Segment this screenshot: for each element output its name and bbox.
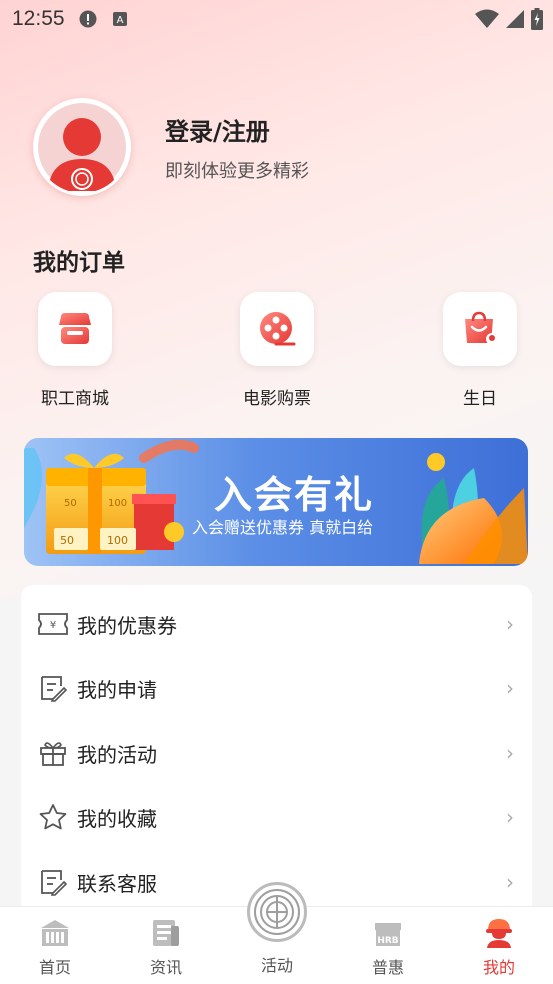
user-avatar-icon xyxy=(36,101,128,193)
svg-text:HRB: HRB xyxy=(377,936,398,946)
news-icon xyxy=(150,917,182,949)
chevron-right-icon: › xyxy=(506,612,514,636)
worker-helmet-icon xyxy=(483,917,515,949)
gift-icon xyxy=(37,737,69,769)
chevron-right-icon: › xyxy=(506,741,514,765)
order-item-movie[interactable]: 电影购票 xyxy=(227,292,327,409)
tab-benefits[interactable]: HRB 普惠 xyxy=(333,907,443,984)
wifi-icon xyxy=(475,9,499,34)
orders-grid: 职工商城 电影购票 生日 xyxy=(0,292,553,412)
orders-section-title: 我的订单 xyxy=(33,250,125,276)
shop-icon xyxy=(38,292,112,366)
tab-label-news: 资讯 xyxy=(149,958,182,977)
login-register-link[interactable]: 登录/注册 xyxy=(165,112,309,147)
status-bar: 12:55 A xyxy=(0,0,553,38)
menu-label-customer-service: 联系客服 xyxy=(77,871,157,896)
home-icon xyxy=(39,917,71,949)
menu-label-favorites: 我的收藏 xyxy=(77,806,157,831)
film-reel-icon xyxy=(240,292,314,366)
menu-item-applications[interactable]: 我的申请 › xyxy=(21,656,532,720)
tab-home[interactable]: 首页 xyxy=(0,907,110,984)
menu-item-favorites[interactable]: 我的收藏 › xyxy=(21,785,532,849)
tab-label-home: 首页 xyxy=(38,958,71,977)
chevron-right-icon: › xyxy=(506,676,514,700)
hrb-icon: HRB xyxy=(372,917,404,949)
tab-news[interactable]: 资讯 xyxy=(111,907,221,984)
tab-label-benefits: 普惠 xyxy=(371,958,404,977)
keyboard-indicator-icon: A xyxy=(111,10,129,28)
birthday-bag-icon xyxy=(443,292,517,366)
alert-icon xyxy=(79,10,97,28)
star-icon xyxy=(37,801,69,833)
menu-label-activities: 我的活动 xyxy=(77,742,157,767)
coupon-icon: ¥ xyxy=(37,608,69,640)
coupon-value-1: 50 xyxy=(60,534,74,547)
menu-list: ¥ 我的优惠券 › 我的申请 › 我的活动 › 我的收藏 › 联系客服 › xyxy=(21,585,532,915)
coupon-value-3: 50 xyxy=(64,498,77,509)
battery-icon xyxy=(531,8,543,35)
order-item-shop[interactable]: 职工商城 xyxy=(25,292,125,409)
login-subtitle: 即刻体验更多精彩 xyxy=(165,160,309,182)
profile-header[interactable]: 登录/注册 即刻体验更多精彩 xyxy=(33,98,309,196)
signal-icon xyxy=(505,9,525,34)
membership-banner[interactable]: 入会有礼 入会赠送优惠券 真就白给 50 100 50 100 xyxy=(24,438,528,566)
application-icon xyxy=(37,672,69,704)
menu-item-coupons[interactable]: ¥ 我的优惠券 › xyxy=(21,592,532,656)
tab-label-activity: 活动 xyxy=(260,956,293,975)
tab-mine[interactable]: 我的 xyxy=(444,907,553,984)
activity-logo-icon[interactable] xyxy=(247,882,307,942)
svg-text:¥: ¥ xyxy=(50,620,56,631)
order-item-birthday[interactable]: 生日 xyxy=(430,292,530,409)
status-time: 12:55 xyxy=(12,7,65,30)
banner-title: 入会有礼 xyxy=(214,473,375,517)
customer-service-icon xyxy=(37,866,69,898)
menu-label-coupons: 我的优惠券 xyxy=(77,613,177,638)
coupon-value-4: 100 xyxy=(108,498,128,509)
chevron-right-icon: › xyxy=(506,870,514,894)
tab-label-mine: 我的 xyxy=(482,958,515,977)
menu-label-applications: 我的申请 xyxy=(77,677,157,702)
svg-text:A: A xyxy=(116,15,123,26)
chevron-right-icon: › xyxy=(506,805,514,829)
order-label-movie: 电影购票 xyxy=(243,389,311,409)
banner-subtitle: 入会赠送优惠券 真就白给 xyxy=(192,518,374,537)
coupon-value-2: 100 xyxy=(107,534,128,547)
avatar[interactable] xyxy=(33,98,131,196)
order-label-shop: 职工商城 xyxy=(41,389,109,409)
order-label-birthday: 生日 xyxy=(463,389,497,409)
menu-item-activities[interactable]: 我的活动 › xyxy=(21,721,532,785)
